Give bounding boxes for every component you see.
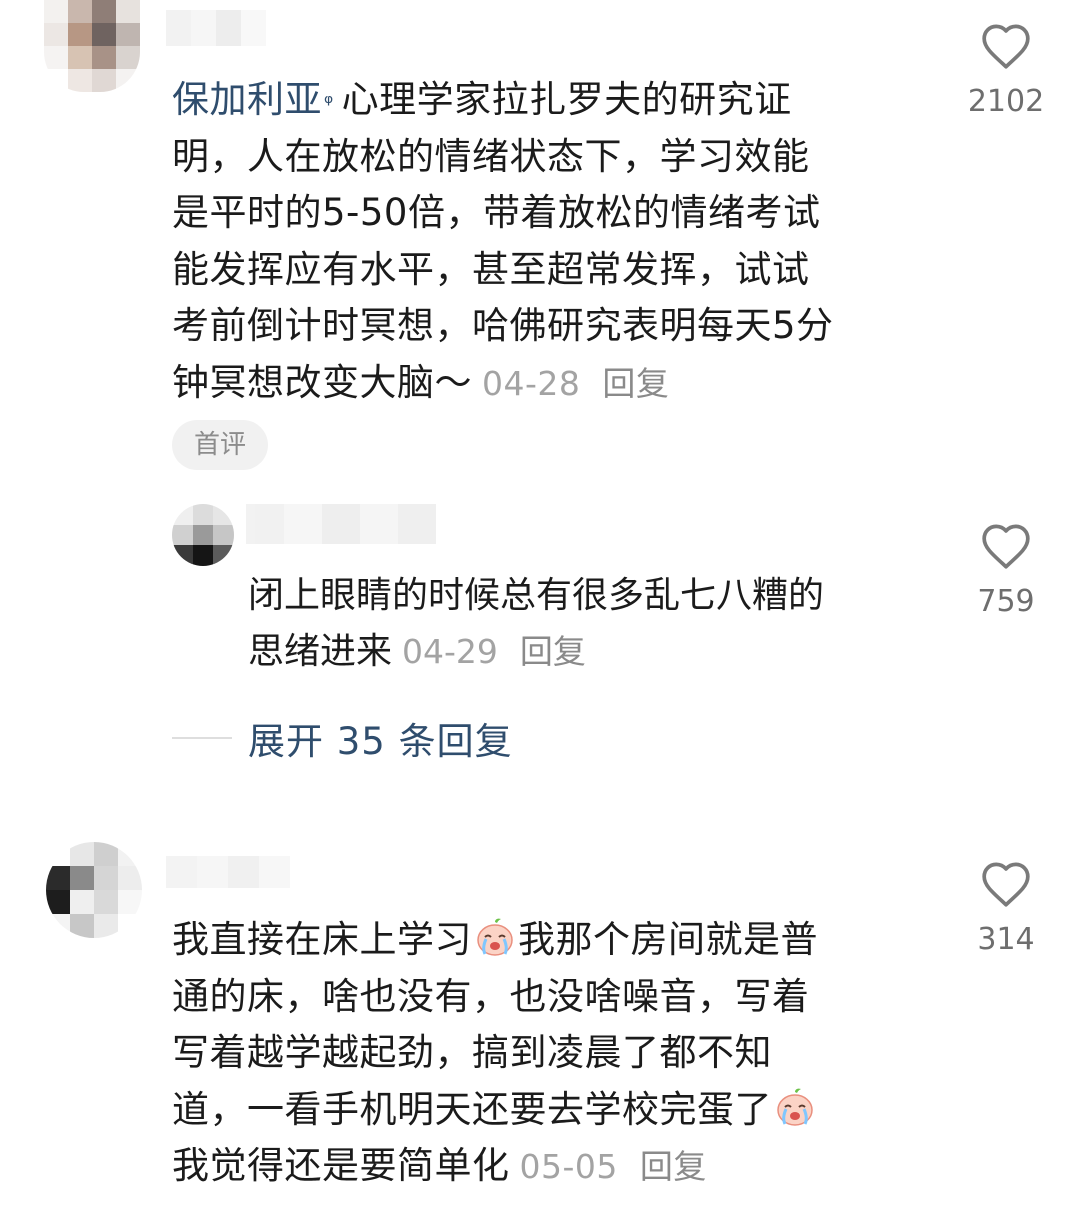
- expand-replies-button[interactable]: 展开 35 条回复: [248, 711, 513, 765]
- reply-button[interactable]: 回复: [520, 632, 586, 671]
- reply-button[interactable]: 回复: [640, 1147, 707, 1186]
- crying-face-emoji: [777, 1088, 813, 1126]
- like-button[interactable]: 2102: [956, 22, 1056, 119]
- comment-username[interactable]: 保加利亚: [172, 78, 322, 121]
- location-pin-icon: ᵠ: [324, 91, 334, 116]
- avatar[interactable]: [44, 0, 140, 92]
- heart-outline-icon: [982, 24, 1030, 69]
- comment-body: 我直接在床上学习 我那个房间就是普 通的床，啥也没有，也没啥噪音，写着 写着越学…: [172, 918, 818, 1188]
- heart-outline-icon: [982, 862, 1030, 907]
- expand-replies[interactable]: 展开 35 条回复: [172, 710, 513, 766]
- first-comment-badge: 首评: [172, 420, 268, 470]
- divider: [172, 737, 232, 739]
- comment-date: 04-28: [482, 363, 581, 403]
- like-count: 759: [977, 584, 1035, 619]
- like-button[interactable]: 314: [956, 860, 1056, 957]
- username-blurred: [166, 856, 290, 888]
- reply-body: 闭上眼睛的时候总有很多乱七八糟的 思绪进来 04-29 回复: [248, 575, 825, 672]
- like-button[interactable]: 759: [956, 522, 1056, 619]
- like-count: 2102: [967, 84, 1045, 119]
- reply-button[interactable]: 回复: [602, 364, 669, 403]
- avatar[interactable]: [172, 504, 234, 566]
- avatar[interactable]: [46, 842, 142, 938]
- comment-date: 05-05: [519, 1147, 618, 1187]
- crying-face-emoji: [477, 918, 513, 956]
- like-count: 314: [977, 922, 1035, 957]
- username-blurred: [246, 504, 436, 544]
- reply-date: 04-29: [402, 632, 498, 671]
- comment-body: 保加利亚ᵠ 心理学家拉扎罗夫的研究证 明，人在放松的情绪状态下，学习效能 是平时的…: [172, 78, 834, 404]
- heart-outline-icon: [982, 524, 1030, 569]
- username-blurred: [166, 10, 266, 46]
